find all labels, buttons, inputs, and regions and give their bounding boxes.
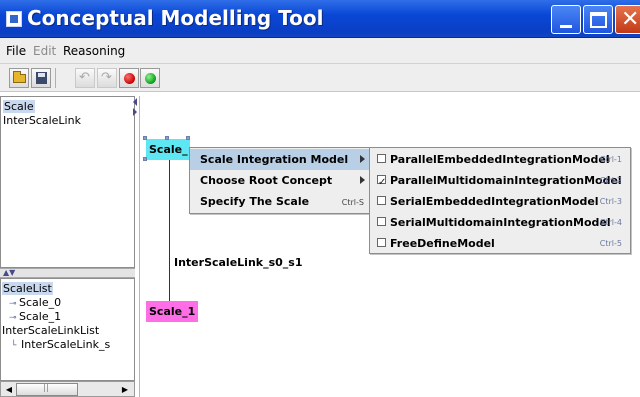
minimize-icon <box>560 25 572 28</box>
app-icon <box>6 11 22 27</box>
checkbox-icon <box>377 217 386 226</box>
resize-handle[interactable] <box>143 157 147 161</box>
tree-node-scalelist[interactable]: ScaleList <box>2 282 53 295</box>
close-button[interactable]: ✕ <box>615 5 640 34</box>
resize-handle[interactable] <box>186 136 190 140</box>
save-icon <box>36 72 47 84</box>
element-type-list[interactable]: Scale InterScaleLink <box>0 96 135 268</box>
list-item-scale[interactable]: Scale <box>3 100 35 113</box>
expand-right-icon <box>133 108 137 116</box>
scroll-right-icon[interactable]: ▶ <box>120 384 130 395</box>
resize-handle[interactable] <box>143 136 147 140</box>
scale-node-1[interactable]: Scale_1 <box>146 301 198 322</box>
checkbox-icon <box>377 154 386 163</box>
menu-item-free-define[interactable]: FreeDefineModel Ctrl-5 <box>370 233 630 254</box>
tree-node-scale1[interactable]: ⊸ Scale_1 <box>9 310 61 323</box>
split-arrows[interactable] <box>133 98 138 118</box>
menu-reasoning[interactable]: Reasoning <box>63 44 125 58</box>
link-edge[interactable] <box>169 160 170 301</box>
menu-item-serial-embedded[interactable]: SerialEmbeddedIntegrationModel Ctrl-3 <box>370 191 630 212</box>
tree-node-interscalelinklist[interactable]: InterScaleLinkList <box>2 324 99 337</box>
maximize-icon <box>590 12 607 28</box>
node-context-menu: Scale Integration Model Choose Root Conc… <box>189 147 371 214</box>
open-folder-icon <box>13 71 26 83</box>
close-icon: ✕ <box>621 7 640 32</box>
minimize-button[interactable] <box>551 5 581 34</box>
menu-bar: File Edit Reasoning <box>0 38 640 64</box>
save-button[interactable] <box>31 68 51 88</box>
scroll-left-icon[interactable]: ◀ <box>4 384 14 395</box>
checked-checkbox-icon <box>377 172 386 193</box>
undo-button[interactable]: ↶ <box>75 68 95 88</box>
redo-button[interactable]: ↷ <box>97 68 117 88</box>
undo-icon: ↶ <box>79 70 90 85</box>
checkbox-icon <box>377 238 386 247</box>
title-bar: Conceptual Modelling Tool ✕ <box>0 0 640 38</box>
checkbox-icon <box>377 196 386 205</box>
integration-model-submenu: ParallelEmbeddedIntegrationModelCtrl-1 P… <box>369 147 631 254</box>
menu-item-serial-multidomain[interactable]: SerialMultidomainIntegrationModel Ctrl-4 <box>370 212 630 233</box>
menu-edit[interactable]: Edit <box>33 44 56 58</box>
menu-item-choose-root-concept[interactable]: Choose Root Concept <box>190 170 370 191</box>
tree-horizontal-scrollbar[interactable]: ◀ ▶ <box>0 381 135 397</box>
menu-item-parallel-multidomain[interactable]: ParallelMultidomainIntegrationModelCtrl-… <box>370 170 630 193</box>
red-circle-icon <box>124 73 135 84</box>
model-tree[interactable]: ScaleList ⊸ Scale_0 ⊸ Scale_1 InterScaleLi… <box>0 278 135 381</box>
green-circle-icon <box>145 73 156 84</box>
menu-item-specify-the-scale[interactable]: Specify The Scale Ctrl-S <box>190 191 370 212</box>
toolbar: ↶ ↷ <box>0 64 640 92</box>
open-button[interactable] <box>9 68 29 88</box>
menu-item-parallel-embedded[interactable]: ParallelEmbeddedIntegrationModel Ctrl-1 <box>370 149 630 170</box>
submenu-arrow-icon <box>360 176 365 184</box>
submenu-arrow-icon <box>360 155 365 163</box>
toolbar-separator <box>55 68 56 88</box>
list-item-interscalelink[interactable]: InterScaleLink <box>3 114 81 127</box>
menu-item-scale-integration-model[interactable]: Scale Integration Model <box>190 149 370 170</box>
split-arrows-icon: ▲▼ <box>3 268 16 277</box>
tree-node-scale0[interactable]: ⊸ Scale_0 <box>9 296 61 309</box>
tree-line-icon: └ <box>11 341 17 351</box>
redo-icon: ↷ <box>101 70 112 85</box>
link-label[interactable]: InterScaleLink_s0_s1 <box>174 256 303 269</box>
stop-button[interactable] <box>119 68 139 88</box>
resize-handle[interactable] <box>165 136 169 140</box>
window-title: Conceptual Modelling Tool <box>27 6 324 30</box>
menu-file[interactable]: File <box>6 44 26 58</box>
horizontal-split-divider[interactable]: ▲▼ <box>0 268 135 278</box>
run-button[interactable] <box>140 68 160 88</box>
tree-node-interscalelink[interactable]: └ InterScaleLink_s <box>11 338 110 351</box>
maximize-button[interactable] <box>583 5 613 34</box>
scale-node-0[interactable]: Scale_ <box>146 139 190 160</box>
scroll-thumb[interactable] <box>16 383 78 396</box>
collapse-left-icon <box>133 98 137 106</box>
